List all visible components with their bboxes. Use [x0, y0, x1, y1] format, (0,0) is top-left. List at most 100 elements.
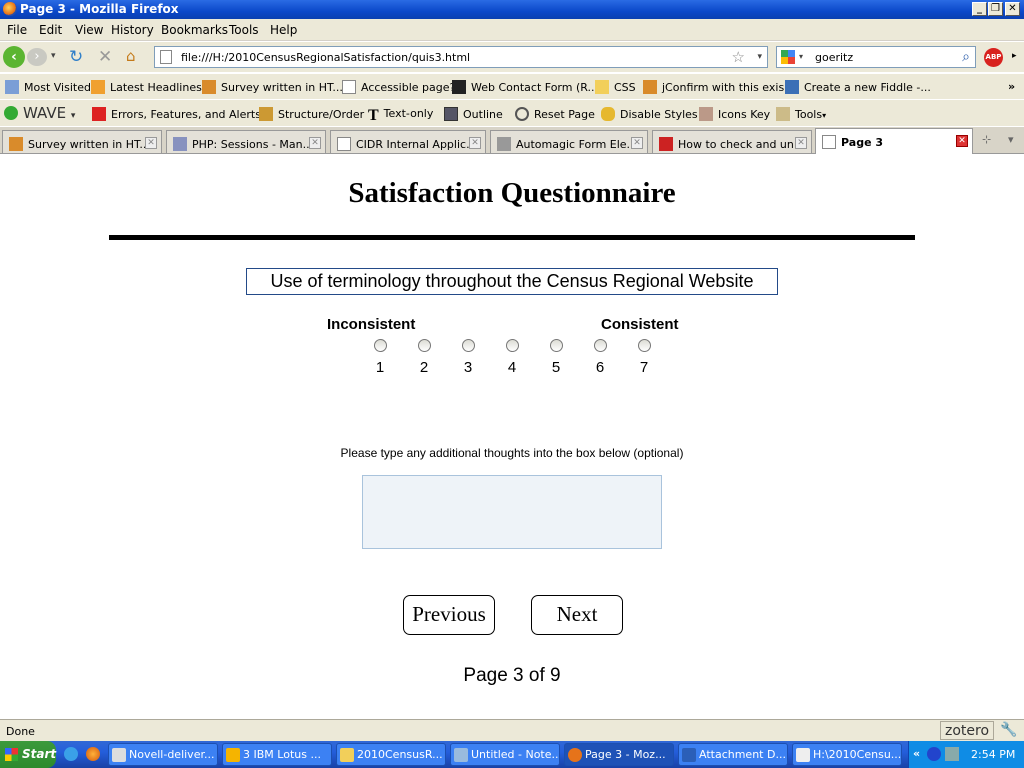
- tab-cidr[interactable]: CIDR Internal Applic... ✕: [330, 130, 486, 153]
- wave-icons-key[interactable]: Icons Key: [699, 107, 770, 121]
- close-window-button[interactable]: ✕: [1005, 2, 1020, 16]
- tab-page-3[interactable]: Page 3 ✕: [815, 128, 973, 154]
- menu-file[interactable]: File: [7, 23, 27, 37]
- close-tab-icon[interactable]: ✕: [631, 137, 643, 149]
- menu-help[interactable]: Help: [270, 23, 297, 37]
- rating-label-7: 7: [639, 359, 649, 376]
- close-tab-icon[interactable]: ✕: [309, 137, 321, 149]
- tray-expand-icon[interactable]: «: [913, 747, 920, 760]
- search-input[interactable]: goeritz: [815, 51, 853, 64]
- forward-icon[interactable]: ›: [27, 48, 47, 66]
- firefox-quicklaunch-icon[interactable]: [86, 747, 100, 761]
- address-bar[interactable]: file:///H:/2010CensusRegionalSatisfactio…: [154, 46, 768, 68]
- rating-radio-6[interactable]: [594, 339, 607, 352]
- wave-tools[interactable]: Tools▾: [776, 107, 826, 121]
- rating-radio-2[interactable]: [418, 339, 431, 352]
- tab-survey[interactable]: Survey written in HT... ✕: [2, 130, 162, 153]
- wave-text-only[interactable]: T Text-only: [368, 107, 433, 124]
- task-attachment[interactable]: Attachment D...: [678, 743, 788, 766]
- rating-label-3: 3: [463, 359, 473, 376]
- wave-outline[interactable]: Outline: [444, 107, 503, 121]
- monitor-icon[interactable]: [945, 747, 959, 761]
- adblock-icon[interactable]: ABP: [984, 48, 1003, 67]
- wave-menu[interactable]: WAVE ▾: [4, 104, 75, 122]
- history-dropdown-icon[interactable]: ▾: [51, 51, 56, 61]
- task-lotus[interactable]: 3 IBM Lotus ...: [222, 743, 332, 766]
- ie-icon[interactable]: [64, 747, 78, 761]
- bookmark-css[interactable]: CSS: [595, 80, 636, 94]
- next-button[interactable]: Next: [531, 595, 623, 635]
- close-tab-icon[interactable]: ✕: [956, 135, 968, 147]
- network-icon[interactable]: [927, 747, 941, 761]
- stop-icon[interactable]: ✕: [98, 47, 112, 67]
- google-icon[interactable]: [781, 50, 795, 64]
- bookmark-fiddle[interactable]: Create a new Fiddle -...: [785, 80, 931, 94]
- search-icon[interactable]: ⌕: [962, 49, 970, 65]
- wave-disable-styles[interactable]: Disable Styles: [601, 107, 698, 121]
- rating-radio-5[interactable]: [550, 339, 563, 352]
- wave-toolbar: WAVE ▾ Errors, Features, and Alerts Stru…: [0, 99, 1024, 126]
- minimize-button[interactable]: _: [972, 2, 987, 16]
- address-input[interactable]: file:///H:/2010CensusRegionalSatisfactio…: [181, 51, 470, 64]
- outline-icon: [444, 107, 458, 121]
- menu-view[interactable]: View: [75, 23, 103, 37]
- search-box[interactable]: ▾ goeritz ⌕: [776, 46, 976, 68]
- folder-icon: [340, 748, 354, 762]
- url-dropdown-icon[interactable]: ▾: [757, 52, 762, 62]
- tab-list-icon[interactable]: ▾: [1008, 133, 1014, 146]
- restore-button[interactable]: ❐: [988, 2, 1003, 16]
- menu-tools[interactable]: Tools: [229, 23, 259, 37]
- error-icon: [92, 107, 106, 121]
- back-icon[interactable]: ‹: [3, 46, 25, 68]
- wave-reset-page[interactable]: Reset Page: [515, 107, 595, 121]
- wrench-icon[interactable]: 🔧: [1000, 722, 1017, 738]
- rating-radio-7[interactable]: [638, 339, 651, 352]
- task-folder[interactable]: 2010CensusR...: [336, 743, 446, 766]
- page-indicator: Page 3 of 9: [463, 665, 561, 686]
- scale-low-label: Inconsistent: [327, 316, 416, 333]
- menu-edit[interactable]: Edit: [39, 23, 62, 37]
- reload-icon[interactable]: ↻: [69, 47, 83, 67]
- tab-how-to-check[interactable]: How to check and un... ✕: [652, 130, 812, 153]
- bookmarks-toolbar: Most Visited Latest Headlines Survey wri…: [0, 73, 1024, 99]
- close-tab-icon[interactable]: ✕: [795, 137, 807, 149]
- structure-icon: [259, 107, 273, 121]
- bookmark-jconfirm[interactable]: jConfirm with this exis...: [643, 80, 795, 94]
- task-explorer[interactable]: H:\2010Censu...: [792, 743, 902, 766]
- previous-button[interactable]: Previous: [403, 595, 495, 635]
- home-icon[interactable]: ⌂: [126, 47, 136, 65]
- jsfiddle-icon: [785, 80, 799, 94]
- comment-textarea[interactable]: [362, 475, 662, 549]
- task-firefox[interactable]: Page 3 - Moz...: [564, 743, 674, 766]
- wave-errors[interactable]: Errors, Features, and Alerts: [92, 107, 261, 121]
- page-icon: [337, 137, 351, 151]
- tab-scroll-icon[interactable]: ⊹: [982, 133, 991, 146]
- close-tab-icon[interactable]: ✕: [469, 137, 481, 149]
- system-tray: « 2:54 PM: [908, 741, 1024, 768]
- task-novell[interactable]: Novell-deliver...: [108, 743, 218, 766]
- bookmark-latest-headlines[interactable]: Latest Headlines: [91, 80, 202, 94]
- start-button[interactable]: Start: [0, 741, 56, 768]
- rating-radio-1[interactable]: [374, 339, 387, 352]
- bookmark-most-visited[interactable]: Most Visited: [5, 80, 91, 94]
- bookmark-web-contact-form[interactable]: Web Contact Form (R...: [452, 80, 598, 94]
- search-engine-dropdown-icon[interactable]: ▾: [799, 52, 803, 61]
- rating-radio-3[interactable]: [462, 339, 475, 352]
- adblock-dropdown-icon[interactable]: ▸: [1012, 51, 1017, 61]
- tab-php-sessions[interactable]: PHP: Sessions - Man... ✕: [166, 130, 326, 153]
- close-tab-icon[interactable]: ✕: [145, 137, 157, 149]
- wave-structure[interactable]: Structure/Order: [259, 107, 364, 121]
- task-notepad[interactable]: Untitled - Note...: [450, 743, 560, 766]
- zotero-button[interactable]: zotero: [940, 721, 994, 740]
- rating-label-6: 6: [595, 359, 605, 376]
- document-icon: [796, 748, 810, 762]
- rating-label-2: 2: [419, 359, 429, 376]
- bookmark-star-icon[interactable]: ☆: [732, 48, 745, 66]
- menu-history[interactable]: History: [111, 23, 154, 37]
- menu-bookmarks[interactable]: Bookmarks: [161, 23, 228, 37]
- bookmark-accessible-page[interactable]: Accessible page?: [342, 80, 455, 94]
- bookmarks-overflow-icon[interactable]: »: [1008, 80, 1015, 93]
- tab-automagic[interactable]: Automagic Form Ele... ✕: [490, 130, 648, 153]
- bookmark-survey[interactable]: Survey written in HT...: [202, 80, 343, 94]
- rating-radio-4[interactable]: [506, 339, 519, 352]
